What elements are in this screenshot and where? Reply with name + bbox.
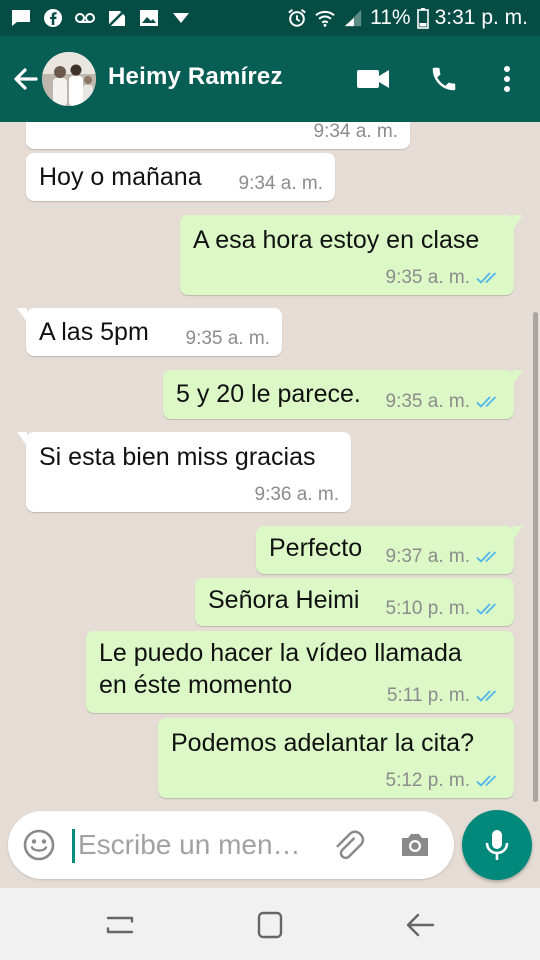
bubble-tail — [17, 432, 27, 446]
message-time: 9:35 a. m. — [385, 267, 471, 288]
double-check-read-icon — [476, 396, 497, 408]
notification-icons — [10, 7, 192, 29]
message-text: Podemos adelantar la cita? — [171, 729, 474, 757]
mic-icon — [485, 830, 509, 860]
no-sim-icon — [107, 8, 127, 28]
image-icon — [140, 10, 158, 26]
signal-icon — [344, 9, 362, 27]
message-meta: 9:34 a. m. — [239, 173, 324, 195]
message-meta: 9:35 a. m. — [386, 267, 503, 289]
avatar[interactable] — [42, 52, 96, 106]
message-time: 9:35 a. m. — [185, 328, 271, 349]
message-text: Perfecto — [269, 534, 363, 562]
more-vertical-icon — [504, 66, 510, 92]
message-meta: 5:10 p. m. — [386, 598, 503, 620]
message-composer — [8, 811, 454, 879]
message-meta: 5:11 p. m. — [387, 685, 502, 707]
message-time: 9:36 a. m. — [254, 484, 340, 505]
message-text-line: Le puedo hacer la vídeo llamada — [99, 639, 462, 667]
message-meta: 9:36 a. m. — [255, 484, 340, 506]
message-meta: 9:35 a. m. — [186, 328, 271, 350]
back-icon[interactable] — [403, 910, 437, 940]
wifi-icon — [315, 10, 335, 27]
message-text: Hoy o mañana — [39, 163, 202, 191]
chat-icon — [12, 10, 30, 26]
chat-header: Heimy Ramírez — [0, 36, 540, 122]
voicemail-icon — [75, 13, 95, 23]
message-text: A las 5pm — [39, 318, 149, 346]
battery-percentage: 11% — [370, 6, 411, 29]
message-text: Señora Heimi — [208, 586, 360, 614]
message-meta: 9:34 a. m. — [314, 122, 399, 143]
bubble-tail — [17, 308, 27, 322]
status-bar: 11% 3:31 p. m. — [0, 0, 540, 36]
message-text: 5 y 20 le parece. — [176, 380, 361, 408]
double-check-read-icon — [476, 551, 497, 563]
message-bubble-outgoing[interactable]: Señora Heimi 5:10 p. m. — [195, 578, 514, 626]
facebook-icon — [44, 9, 62, 27]
battery-icon — [416, 8, 429, 29]
message-meta: 5:12 p. m. — [386, 770, 503, 792]
message-meta: 9:37 a. m. — [386, 546, 503, 568]
system-status: 11% 3:31 p. m. — [286, 5, 528, 31]
download-icon — [173, 13, 189, 23]
contact-name[interactable]: Heimy Ramírez — [108, 63, 283, 91]
home-icon[interactable] — [253, 910, 287, 940]
message-time: 5:10 p. m. — [385, 598, 471, 619]
chat-scrollbar[interactable] — [533, 312, 538, 802]
double-check-read-icon — [476, 690, 497, 702]
message-time: 9:35 a. m. — [385, 391, 471, 412]
message-time: 5:11 p. m. — [386, 685, 470, 706]
alarm-icon — [288, 9, 306, 27]
recents-icon[interactable] — [103, 910, 137, 940]
message-input[interactable] — [78, 825, 328, 865]
message-meta: 9:35 a. m. — [386, 391, 503, 413]
double-check-read-icon — [476, 272, 497, 284]
message-bubble-outgoing[interactable]: Podemos adelantar la cita? 5:12 p. m. — [158, 718, 514, 798]
video-call-icon — [357, 70, 389, 88]
voice-message-button[interactable] — [462, 810, 532, 880]
more-options-button[interactable] — [484, 56, 530, 102]
message-time: 9:37 a. m. — [385, 546, 471, 567]
message-bubble-outgoing[interactable]: 5 y 20 le parece. 9:35 a. m. — [163, 370, 523, 419]
avatar-photo — [42, 52, 96, 106]
back-arrow-icon[interactable] — [6, 59, 46, 99]
message-bubble-incoming[interactable]: A las 5pm 9:35 a. m. — [17, 308, 282, 356]
message-text: Si esta bien miss gracias — [39, 443, 316, 471]
message-time: 9:34 a. m. — [238, 173, 324, 194]
message-bubble-outgoing[interactable]: Le puedo hacer la vídeo llamada en éste … — [86, 631, 514, 713]
message-bubble-incoming[interactable]: Hoy o mañana 9:34 a. m. — [26, 153, 335, 201]
message-bubble-outgoing[interactable]: A esa hora estoy en clase 9:35 a. m. — [180, 215, 523, 295]
voice-call-button[interactable] — [421, 56, 467, 102]
system-nav-bar — [0, 888, 540, 960]
message-time: 5:12 p. m. — [385, 770, 471, 791]
video-call-button[interactable] — [350, 56, 396, 102]
message-time: 9:34 a. m. — [313, 122, 399, 142]
text-cursor — [72, 829, 75, 863]
emoji-icon[interactable] — [22, 828, 56, 862]
message-list[interactable]: 9:34 a. m. Hoy o mañana 9:34 a. m. A esa… — [0, 122, 540, 810]
camera-icon[interactable] — [398, 828, 432, 862]
double-check-read-icon — [476, 603, 497, 615]
double-check-read-icon — [476, 775, 497, 787]
phone-icon — [432, 67, 456, 91]
attach-icon[interactable] — [333, 827, 369, 863]
message-bubble-outgoing[interactable]: Perfecto 9:37 a. m. — [256, 526, 523, 574]
bubble-tail — [513, 370, 523, 384]
bubble-tail — [513, 526, 523, 540]
bubble-tail — [513, 215, 523, 229]
message-bubble-incoming[interactable]: Si esta bien miss gracias 9:36 a. m. — [17, 432, 351, 512]
clock: 3:31 p. m. — [434, 6, 528, 29]
message-bubble-incoming[interactable]: 9:34 a. m. — [26, 122, 410, 149]
message-text: A esa hora estoy en clase — [193, 226, 480, 254]
